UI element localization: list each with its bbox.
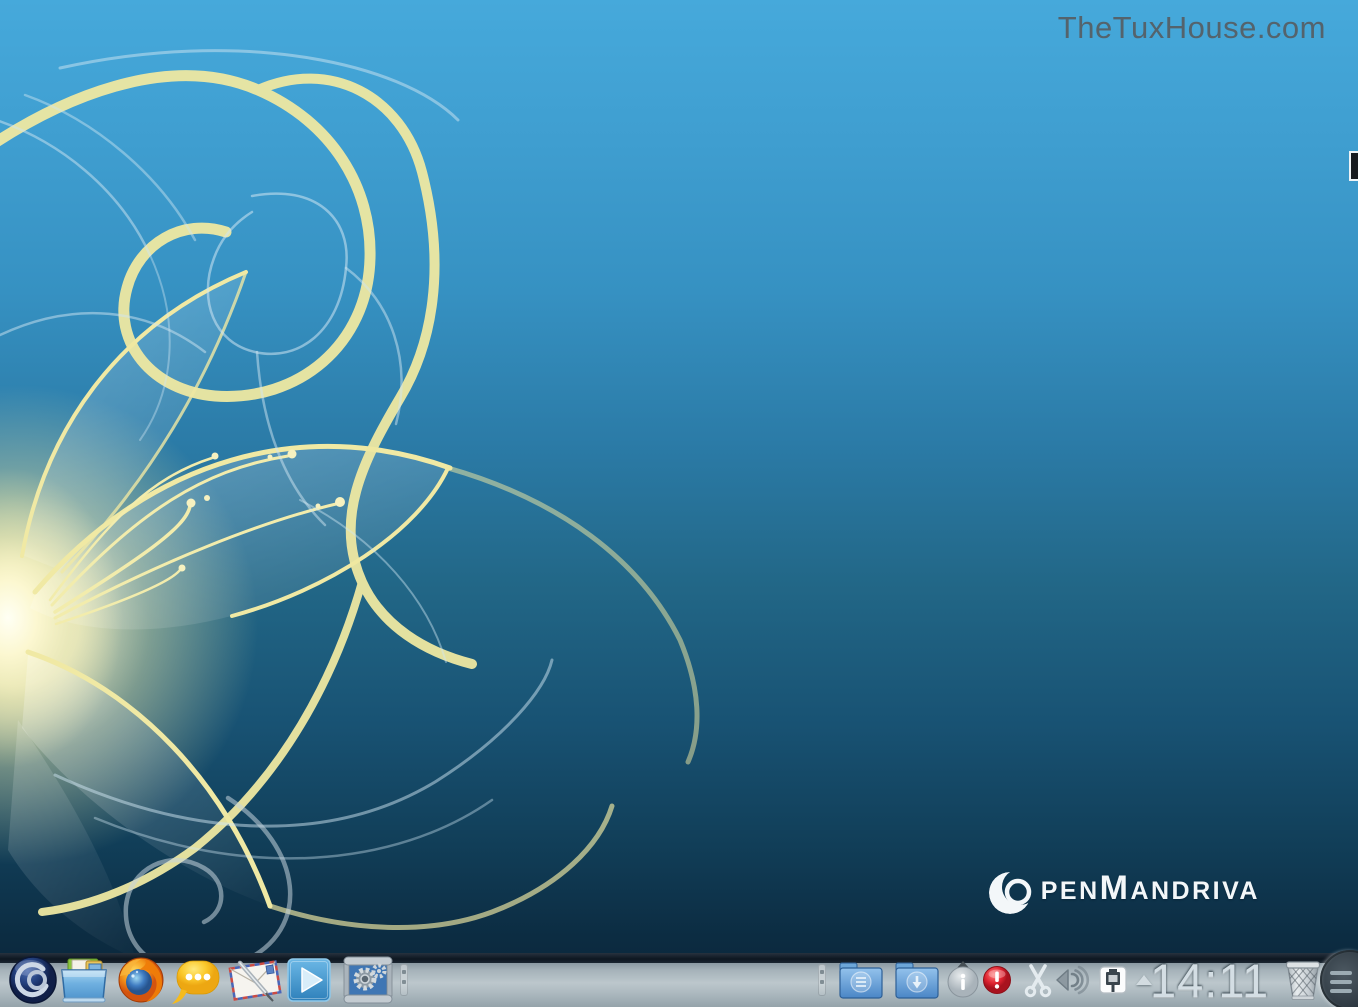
volume-icon[interactable]	[1050, 960, 1092, 1000]
openmandriva-crescent-icon	[987, 865, 1041, 919]
documents-folder-icon[interactable]	[838, 958, 884, 1002]
messenger-icon[interactable]	[172, 955, 224, 1005]
email-icon[interactable]	[226, 954, 284, 1006]
desktop: TheTuxHouse.com PENMANDRIVA	[0, 0, 1358, 1007]
watermark-text: TheTuxHouse.com	[1058, 10, 1326, 46]
error-notification-icon[interactable]	[982, 965, 1012, 995]
panel-clock[interactable]: 14:11	[1150, 953, 1275, 1007]
panel-handle-tray[interactable]	[818, 964, 826, 996]
application-launcher-icon[interactable]	[8, 955, 58, 1005]
klipper-clipboard-icon[interactable]	[1098, 964, 1128, 996]
downloads-folder-icon[interactable]	[894, 958, 940, 1002]
wallpaper-flower-art	[0, 0, 1358, 1007]
control-center-icon[interactable]	[342, 955, 394, 1005]
openmandriva-logo: PENMANDRIVA	[987, 864, 1260, 919]
panel-handle-left[interactable]	[400, 964, 408, 996]
openmandriva-logo-text: PENMANDRIVA	[1041, 864, 1260, 919]
device-notifier-icon[interactable]	[946, 960, 980, 1000]
media-player-icon[interactable]	[286, 957, 332, 1003]
firefox-icon[interactable]	[116, 955, 166, 1005]
file-manager-icon[interactable]	[58, 955, 110, 1005]
screen-edge-marker[interactable]	[1349, 151, 1358, 181]
taskbar-panel: 14:11	[0, 953, 1358, 1007]
